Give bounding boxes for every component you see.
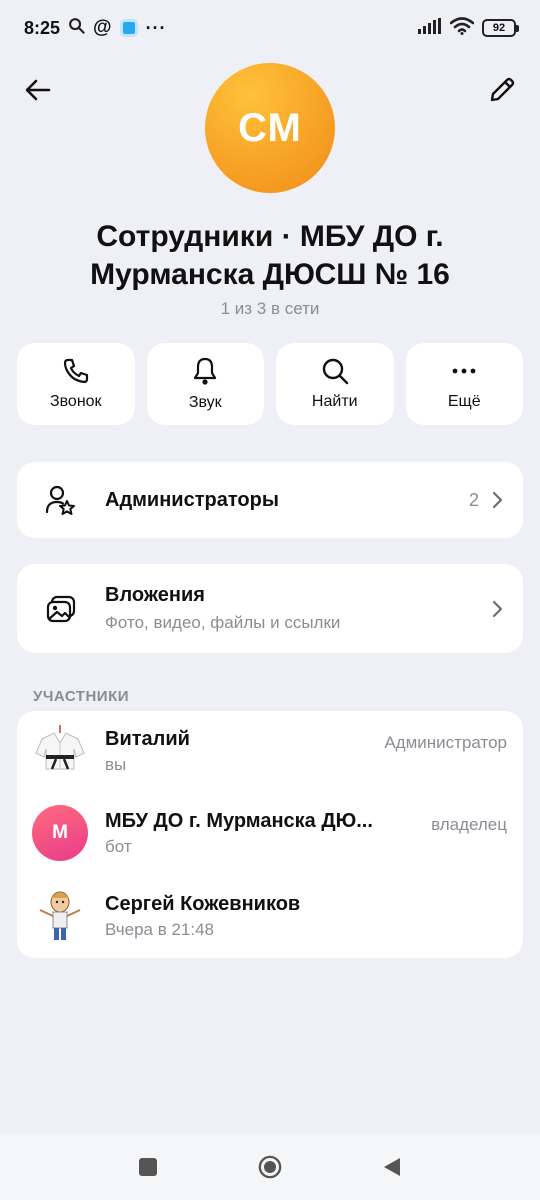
member-name: МБУ ДО г. Мурманска ДЮ... <box>105 809 373 832</box>
home-button[interactable] <box>258 1155 282 1179</box>
sound-label: Звук <box>188 394 222 411</box>
member-avatar <box>32 888 88 944</box>
status-time: 8:25 <box>24 17 61 38</box>
attachments-row[interactable]: Вложения Фото, видео, файлы и ссылки <box>17 564 523 653</box>
member-role: Администратор <box>384 733 507 752</box>
admin-user-star-icon <box>45 484 77 516</box>
search-icon <box>322 358 348 385</box>
gallery-icon <box>45 593 77 625</box>
member-row[interactable]: Виталий вы Администратор <box>17 711 523 791</box>
chat-avatar[interactable]: СМ <box>205 63 335 193</box>
more-status-icon: ··· <box>145 17 167 38</box>
avatar-initials: СМ <box>238 105 302 150</box>
administrators-label: Администраторы <box>105 488 279 511</box>
app-icon <box>119 19 138 37</box>
member-avatar: М <box>32 805 88 861</box>
member-status: вы <box>105 754 127 774</box>
administrators-count: 2 <box>468 489 479 510</box>
home-circle-icon <box>258 1155 282 1179</box>
phone-icon <box>63 358 88 384</box>
kimono-avatar-icon <box>35 725 85 770</box>
at-icon: @ <box>93 17 112 38</box>
attachments-label: Вложения <box>105 584 205 606</box>
attachments-subtitle: Фото, видео, файлы и ссылки <box>105 613 341 632</box>
sound-button[interactable]: Звук <box>146 343 264 425</box>
more-icon <box>452 368 476 374</box>
chat-title: Сотрудники · МБУ ДО г. Мурманска ДЮСШ № … <box>90 220 450 291</box>
member-role: владелец <box>431 815 507 834</box>
call-label: Звонок <box>49 393 102 410</box>
more-label: Ещё <box>447 393 481 410</box>
back-nav-button[interactable] <box>380 1155 404 1179</box>
member-avatar <box>32 723 88 779</box>
search-button[interactable]: Найти <box>276 343 394 425</box>
bell-icon <box>194 357 217 385</box>
member-name: Виталий <box>105 727 190 750</box>
online-status: 1 из 3 в сети <box>220 299 320 318</box>
members-section-label: УЧАСТНИКИ <box>33 688 130 705</box>
chevron-right-icon <box>492 491 503 509</box>
search-status-icon <box>68 17 85 39</box>
member-row[interactable]: М МБУ ДО г. Мурманска ДЮ... бот владелец <box>17 793 523 873</box>
call-button[interactable]: Звонок <box>17 343 135 425</box>
wifi-icon <box>449 16 475 40</box>
status-bar: 8:25 @ ··· 92 <box>0 0 540 56</box>
battery-level: 92 <box>492 22 506 34</box>
back-button[interactable] <box>20 72 56 108</box>
members-list: Виталий вы Администратор М МБУ ДО г. Мур… <box>17 711 523 958</box>
member-status: бот <box>105 836 132 856</box>
bot-avatar-initial: М <box>52 822 68 843</box>
cartoon-person-avatar-icon <box>39 891 81 940</box>
system-nav-bar <box>0 1134 540 1200</box>
triangle-back-icon <box>384 1158 400 1176</box>
recents-button[interactable] <box>136 1155 160 1179</box>
signal-icon <box>418 17 442 39</box>
member-row[interactable]: Сергей Кожевников Вчера в 21:48 <box>17 876 523 956</box>
member-name: Сергей Кожевников <box>105 892 301 915</box>
action-bar: Звонок Звук Найти Ещё <box>17 343 523 425</box>
battery-icon: 92 <box>482 19 519 37</box>
arrow-left-icon <box>25 79 51 101</box>
more-button[interactable]: Ещё <box>405 343 523 425</box>
member-last-seen: Вчера в 21:48 <box>105 919 215 939</box>
edit-button[interactable] <box>484 72 520 108</box>
search-label: Найти <box>311 393 358 410</box>
square-icon <box>139 1158 157 1176</box>
pencil-icon <box>490 77 515 102</box>
chevron-right-icon <box>492 600 503 617</box>
administrators-row[interactable]: Администраторы 2 <box>17 462 523 538</box>
